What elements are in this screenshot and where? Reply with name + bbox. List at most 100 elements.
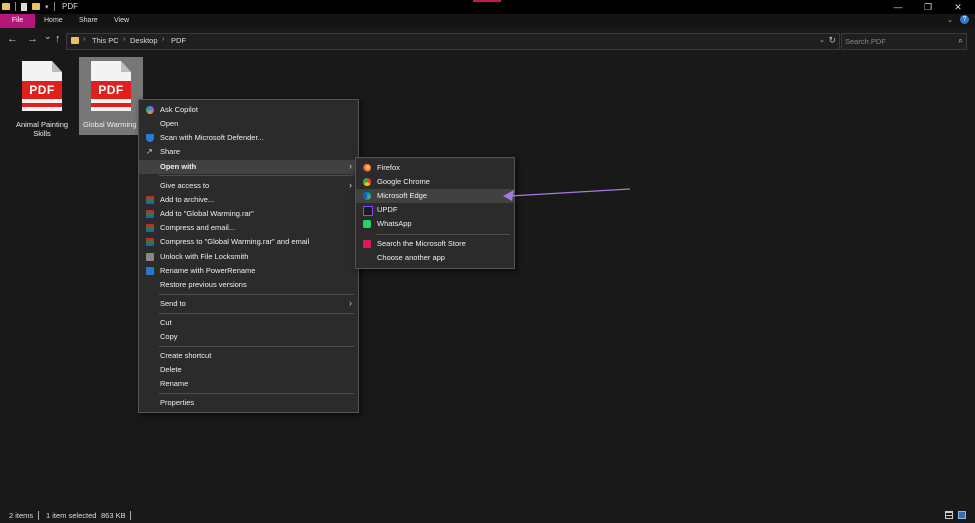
address-bar[interactable]: › This PC › Desktop › PDF ⌄ ↻ <box>66 33 840 50</box>
status-bar: 2 items 1 item selected 863 KB <box>0 507 975 523</box>
menu-item-microsoft-edge[interactable]: Microsoft Edge <box>356 189 514 203</box>
maximize-button[interactable]: ❐ <box>913 0 943 14</box>
whatsapp-icon <box>363 220 371 228</box>
winrar-icon <box>146 210 154 218</box>
winrar-icon <box>146 224 154 232</box>
file-item-animal-painting-skills[interactable]: PDF Animal Painting Skills <box>10 57 74 138</box>
address-dropdown-icon[interactable]: ⌄ <box>819 36 825 44</box>
breadcrumb-separator[interactable]: › <box>83 36 85 43</box>
menu-item-unlock-file-locksmith[interactable]: Unlock with File Locksmith <box>139 250 358 264</box>
menu-separator <box>376 234 510 235</box>
share-icon: ↗ <box>146 147 153 156</box>
customize-dropdown-icon[interactable]: ▾ <box>45 3 49 11</box>
menu-item-rename-powerrename[interactable]: Rename with PowerRename <box>139 264 358 278</box>
minimize-button[interactable]: — <box>883 0 913 14</box>
expand-ribbon-icon[interactable]: ⌄ <box>947 16 953 24</box>
menu-item-share[interactable]: ↗ Share <box>139 145 358 159</box>
context-menu: Ask Copilot Open Scan with Microsoft Def… <box>138 99 359 413</box>
submenu-arrow-icon: › <box>349 161 352 171</box>
menu-item-send-to[interactable]: Send to › <box>139 297 358 311</box>
large-icons-view-icon[interactable] <box>958 511 966 519</box>
menu-item-delete[interactable]: Delete <box>139 363 358 377</box>
menu-item-ask-copilot[interactable]: Ask Copilot <box>139 103 358 117</box>
title-bar: ▾ PDF — ❐ ✕ <box>0 0 975 14</box>
recent-locations-button[interactable]: ⌄ <box>44 31 52 42</box>
menu-separator <box>159 294 354 295</box>
refresh-icon[interactable]: ↻ <box>828 35 836 46</box>
file-item-global-warming[interactable]: PDF Global Warming <box>79 57 143 135</box>
submenu-arrow-icon: › <box>349 298 352 308</box>
menu-item-updf[interactable]: UPDF <box>356 203 514 217</box>
divider <box>53 2 55 11</box>
tab-home[interactable]: Home <box>44 14 63 28</box>
chrome-icon <box>363 178 371 186</box>
menu-item-google-chrome[interactable]: Google Chrome <box>356 175 514 189</box>
winrar-icon <box>146 238 154 246</box>
menu-item-add-to-archive[interactable]: Add to archive... <box>139 193 358 207</box>
submenu-arrow-icon: › <box>349 180 352 190</box>
pdf-file-icon: PDF <box>22 61 62 111</box>
menu-separator <box>159 175 354 176</box>
menu-item-cut[interactable]: Cut <box>139 316 358 330</box>
menu-item-give-access-to[interactable]: Give access to › <box>139 179 358 193</box>
forward-button[interactable]: → <box>27 33 38 45</box>
defender-shield-icon <box>146 134 154 142</box>
window-title: PDF <box>62 2 78 11</box>
divider <box>130 511 131 520</box>
menu-separator <box>159 393 354 394</box>
menu-item-create-shortcut[interactable]: Create shortcut <box>139 349 358 363</box>
menu-separator <box>159 313 354 314</box>
menu-item-choose-another-app[interactable]: Choose another app <box>356 251 514 265</box>
updf-icon <box>363 206 373 216</box>
menu-item-copy[interactable]: Copy <box>139 330 358 344</box>
menu-item-open[interactable]: Open <box>139 117 358 131</box>
search-icon[interactable]: ⌕ <box>958 35 963 46</box>
menu-item-compress-and-email[interactable]: Compress and email... <box>139 221 358 235</box>
pdf-file-icon: PDF <box>91 61 131 111</box>
open-with-submenu: Firefox Google Chrome Microsoft Edge UPD… <box>355 157 515 269</box>
ribbon-tabs: File Home Share View ⌄ ? <box>0 14 975 28</box>
divider <box>38 511 39 520</box>
help-icon[interactable]: ? <box>960 15 969 24</box>
lock-icon <box>146 253 154 261</box>
status-selected-size: 863 KB <box>101 511 126 520</box>
properties-icon[interactable] <box>21 2 27 11</box>
file-name: Global Warming <box>83 120 137 129</box>
menu-item-search-microsoft-store[interactable]: Search the Microsoft Store <box>356 237 514 251</box>
tab-share[interactable]: Share <box>79 14 98 28</box>
status-selected-count: 1 item selected <box>46 511 97 520</box>
menu-separator <box>159 346 354 347</box>
new-folder-icon[interactable] <box>32 3 40 10</box>
up-button[interactable]: ↑ <box>55 33 61 45</box>
breadcrumb-this-pc[interactable]: This PC <box>92 36 119 45</box>
menu-item-open-with[interactable]: Open with › <box>139 160 358 174</box>
tab-view[interactable]: View <box>114 14 129 28</box>
breadcrumb-desktop[interactable]: Desktop <box>130 36 158 45</box>
details-view-icon[interactable] <box>945 511 953 519</box>
tab-file[interactable]: File <box>0 14 35 28</box>
menu-item-compress-to-rar-and-email[interactable]: Compress to "Global Warming.rar" and ema… <box>139 235 358 249</box>
breadcrumb-pdf[interactable]: PDF <box>171 36 186 45</box>
search-input[interactable] <box>845 35 945 47</box>
menu-item-properties[interactable]: Properties <box>139 396 358 410</box>
menu-item-scan-defender[interactable]: Scan with Microsoft Defender... <box>139 131 358 145</box>
status-item-count: 2 items <box>9 511 34 520</box>
menu-item-restore-previous-versions[interactable]: Restore previous versions <box>139 278 358 292</box>
breadcrumb-separator[interactable]: › <box>162 36 164 43</box>
menu-item-whatsapp[interactable]: WhatsApp <box>356 217 514 231</box>
copilot-icon <box>146 106 154 114</box>
breadcrumb-separator[interactable]: › <box>123 36 125 43</box>
menu-item-add-to-rar[interactable]: Add to "Global Warming.rar" <box>139 207 358 221</box>
folder-icon[interactable] <box>2 3 10 10</box>
back-button[interactable]: ← <box>7 33 18 45</box>
store-icon <box>363 240 371 248</box>
accent-mark <box>473 0 501 2</box>
menu-item-firefox[interactable]: Firefox <box>356 161 514 175</box>
firefox-icon <box>363 164 371 172</box>
quick-access-toolbar: ▾ <box>2 2 55 11</box>
powerrename-icon <box>146 267 154 275</box>
annotation-arrow-icon <box>503 188 631 201</box>
close-button[interactable]: ✕ <box>943 0 973 14</box>
search-box[interactable]: ⌕ <box>841 33 967 50</box>
menu-item-rename[interactable]: Rename <box>139 377 358 391</box>
